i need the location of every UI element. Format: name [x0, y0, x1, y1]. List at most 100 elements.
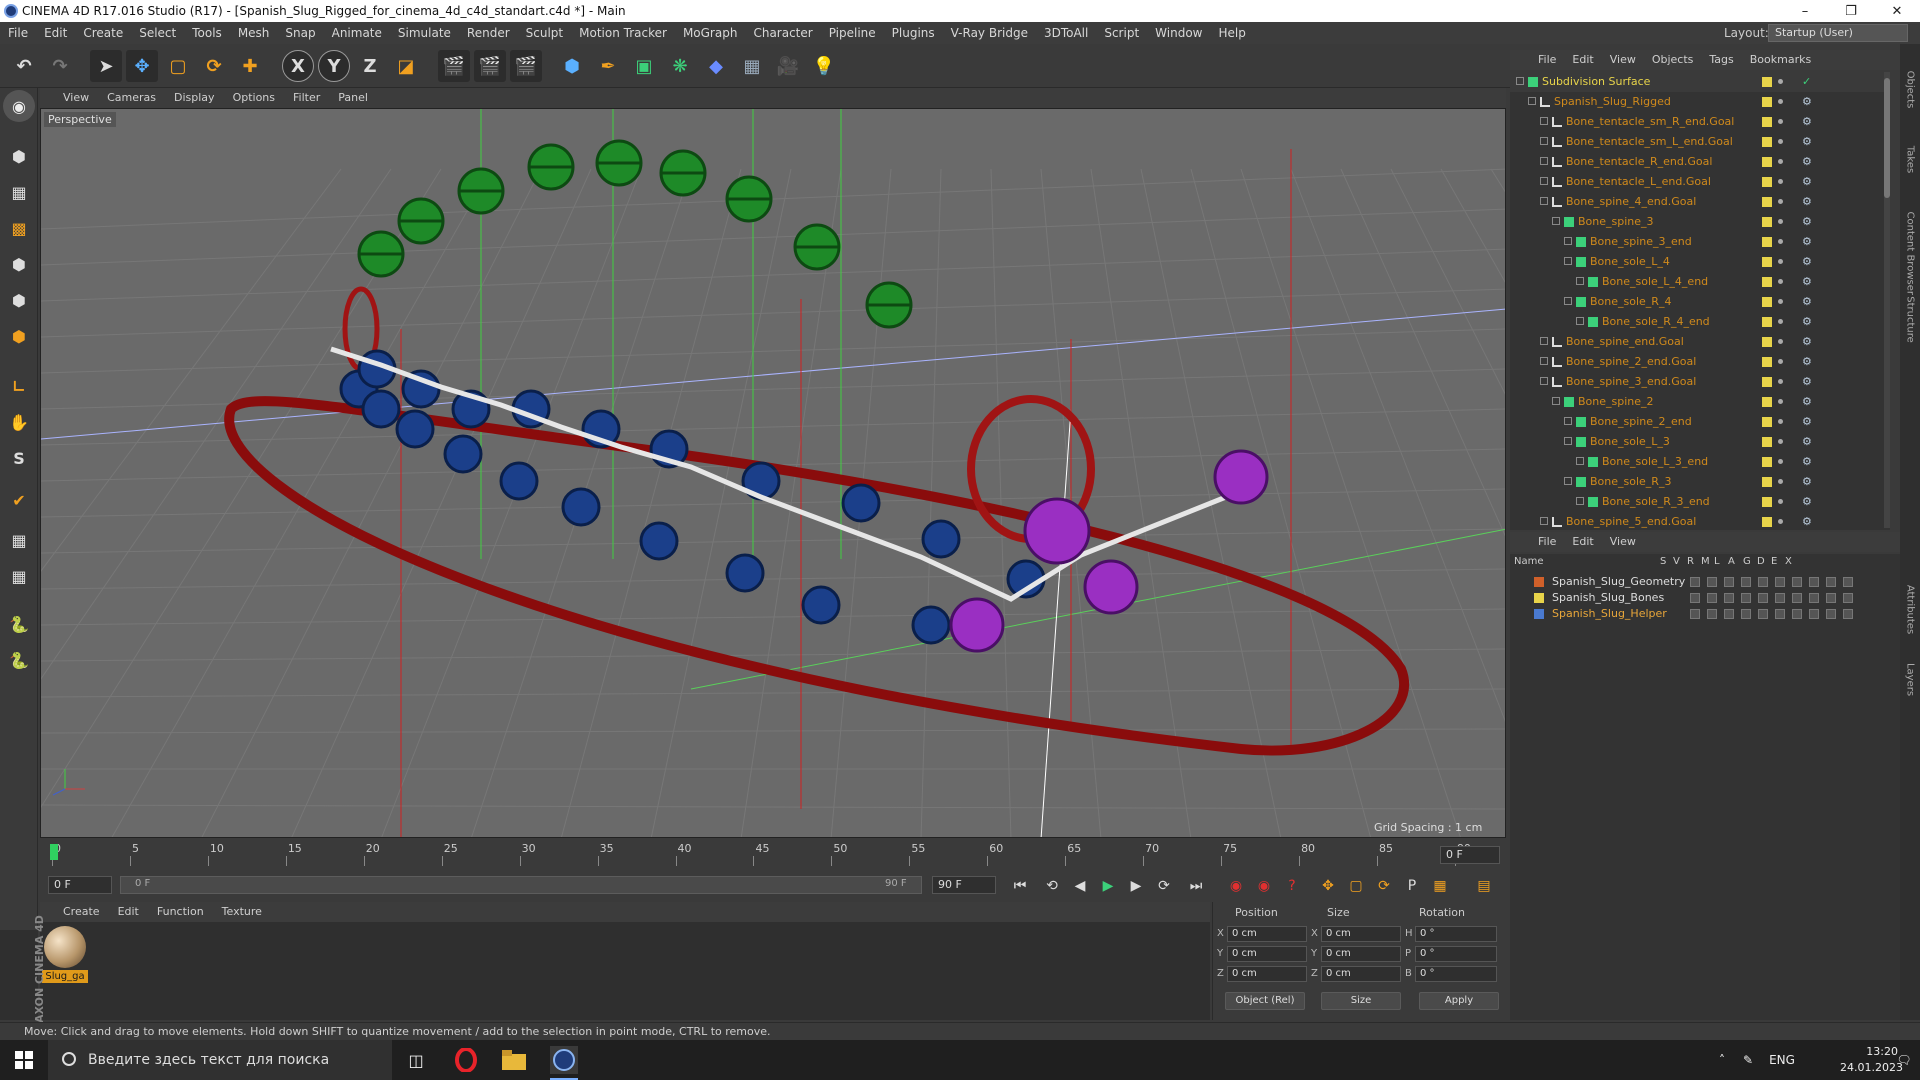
layer-toggle-icon[interactable]	[1758, 577, 1768, 587]
expand-toggle-icon[interactable]	[1516, 77, 1524, 85]
cube-object-icon[interactable]: ⬢	[556, 50, 588, 82]
visibility-dot-icon[interactable]	[1778, 199, 1783, 204]
expand-toggle-icon[interactable]	[1576, 497, 1584, 505]
layer-toggle-icon[interactable]	[1707, 609, 1717, 619]
menu-sculpt[interactable]: Sculpt	[518, 22, 571, 44]
ik-tag-icon[interactable]: ⚙	[1802, 96, 1814, 108]
visibility-dot-icon[interactable]	[1778, 439, 1783, 444]
visibility-dot-icon[interactable]	[1778, 239, 1783, 244]
visibility-dot-icon[interactable]	[1778, 319, 1783, 324]
layer-color-swatch[interactable]	[1762, 237, 1772, 247]
viewport-menu-panel[interactable]: Panel	[329, 88, 377, 108]
expand-toggle-icon[interactable]	[1564, 437, 1572, 445]
object-row[interactable]: Bone_tentacle_sm_L_end.Goal ⚙	[1510, 132, 1890, 152]
edges-mode-icon[interactable]: ⬢	[3, 284, 35, 316]
layer-color-swatch[interactable]	[1762, 317, 1772, 327]
object-row[interactable]: Bone_spine_5_end.Goal ⚙	[1510, 512, 1890, 530]
layers-menu-view[interactable]: View	[1602, 532, 1644, 552]
make-editable-icon[interactable]: ◉	[3, 90, 35, 122]
layer-row[interactable]: Spanish_Slug_Helper	[1510, 606, 1900, 622]
size-z-field[interactable]: 0 cm	[1321, 966, 1401, 982]
layer-column-header[interactable]: A	[1728, 556, 1735, 567]
redo-icon[interactable]: ↷	[44, 50, 76, 82]
material-menu-create[interactable]: Create	[54, 902, 109, 922]
keyframe-selection-icon[interactable]: ?	[1280, 874, 1304, 898]
perspective-viewport[interactable]	[40, 108, 1506, 838]
menu-tools[interactable]: Tools	[184, 22, 230, 44]
ik-tag-icon[interactable]: ⚙	[1802, 136, 1814, 148]
layer-column-header[interactable]: V	[1673, 556, 1680, 567]
visibility-dot-icon[interactable]	[1778, 399, 1783, 404]
floor-icon[interactable]: ▦	[736, 50, 768, 82]
expand-toggle-icon[interactable]	[1564, 297, 1572, 305]
next-frame-icon[interactable]: ▶	[1124, 874, 1148, 898]
layer-color-swatch[interactable]	[1762, 157, 1772, 167]
layer-column-header[interactable]: E	[1771, 556, 1777, 567]
render-settings-icon[interactable]: 🎬	[510, 50, 542, 82]
current-frame-field[interactable]: 0 F	[1440, 846, 1500, 864]
polygons-mode-icon[interactable]: ⬢	[3, 320, 35, 352]
key-parameter-icon[interactable]: P	[1400, 874, 1424, 898]
key-pla-icon[interactable]: ▦	[1428, 874, 1452, 898]
axis-mode-icon[interactable]: ∟	[3, 370, 35, 402]
y-axis-lock-button[interactable]: Y	[318, 50, 350, 82]
timeline-window-icon[interactable]: ▤	[1472, 874, 1496, 898]
expand-toggle-icon[interactable]	[1540, 197, 1548, 205]
object-row[interactable]: Bone_spine_3_end ⚙	[1510, 232, 1890, 252]
layer-color-swatch[interactable]	[1762, 497, 1772, 507]
x-axis-lock-button[interactable]: X	[282, 50, 314, 82]
render-picture-viewer-icon[interactable]: 🎬	[474, 50, 506, 82]
python-script-icon[interactable]: 🐍	[3, 644, 35, 676]
objects-menu-objects[interactable]: Objects	[1644, 50, 1702, 70]
ik-tag-icon[interactable]: ⚙	[1802, 256, 1814, 268]
expand-toggle-icon[interactable]	[1564, 477, 1572, 485]
layer-color-swatch[interactable]	[1762, 277, 1772, 287]
menu-help[interactable]: Help	[1210, 22, 1253, 44]
rotation-h-field[interactable]: 0 °	[1415, 926, 1497, 942]
layout-dropdown[interactable]: Startup (User)	[1768, 24, 1908, 42]
layer-color-swatch[interactable]	[1534, 577, 1544, 587]
object-row[interactable]: Bone_spine_2_end.Goal ⚙	[1510, 352, 1890, 372]
object-manager-scrollbar[interactable]	[1884, 72, 1890, 528]
ik-tag-icon[interactable]: ⚙	[1802, 476, 1814, 488]
menu-plugins[interactable]: Plugins	[884, 22, 943, 44]
expand-toggle-icon[interactable]	[1540, 357, 1548, 365]
layer-toggle-icon[interactable]	[1843, 593, 1853, 603]
visibility-dot-icon[interactable]	[1778, 99, 1783, 104]
deformer-icon[interactable]: ◆	[700, 50, 732, 82]
expand-toggle-icon[interactable]	[1540, 337, 1548, 345]
visibility-dot-icon[interactable]	[1778, 359, 1783, 364]
visibility-dot-icon[interactable]	[1778, 79, 1783, 84]
visibility-dot-icon[interactable]	[1778, 519, 1783, 524]
expand-toggle-icon[interactable]	[1576, 317, 1584, 325]
expand-toggle-icon[interactable]	[1564, 237, 1572, 245]
rotate-tool-icon[interactable]: ⟳	[198, 50, 230, 82]
coordinate-mode-dropdown[interactable]: Object (Rel)	[1225, 992, 1305, 1010]
layer-column-header[interactable]: X	[1785, 556, 1792, 567]
ik-tag-icon[interactable]: ⚙	[1802, 436, 1814, 448]
layers-menu-file[interactable]: File	[1530, 532, 1564, 552]
live-selection-icon[interactable]: ➤	[90, 50, 122, 82]
previous-frame-icon[interactable]: ◀	[1068, 874, 1092, 898]
visibility-dot-icon[interactable]	[1778, 499, 1783, 504]
object-row[interactable]: Spanish_Slug_Rigged ⚙	[1510, 92, 1890, 112]
layer-toggle-icon[interactable]	[1775, 609, 1785, 619]
layer-toggle-icon[interactable]	[1758, 593, 1768, 603]
layer-color-swatch[interactable]	[1534, 609, 1544, 619]
object-row[interactable]: Bone_spine_2 ⚙	[1510, 392, 1890, 412]
expand-toggle-icon[interactable]	[1552, 217, 1560, 225]
layer-toggle-icon[interactable]	[1741, 609, 1751, 619]
layer-toggle-icon[interactable]	[1809, 593, 1819, 603]
pen-icon[interactable]: ✎	[1734, 1046, 1762, 1074]
ik-tag-icon[interactable]: ⚙	[1802, 176, 1814, 188]
menu-character[interactable]: Character	[745, 22, 820, 44]
layer-color-swatch[interactable]	[1762, 337, 1772, 347]
ik-tag-icon[interactable]: ⚙	[1802, 416, 1814, 428]
visibility-dot-icon[interactable]	[1778, 219, 1783, 224]
object-row[interactable]: Bone_sole_R_3 ⚙	[1510, 472, 1890, 492]
size-y-field[interactable]: 0 cm	[1321, 946, 1401, 962]
expand-toggle-icon[interactable]	[1540, 137, 1548, 145]
taskbar-search-input[interactable]: Введите здесь текст для поиска	[48, 1040, 392, 1080]
file-explorer-icon[interactable]	[500, 1046, 528, 1074]
layer-toggle-icon[interactable]	[1707, 577, 1717, 587]
